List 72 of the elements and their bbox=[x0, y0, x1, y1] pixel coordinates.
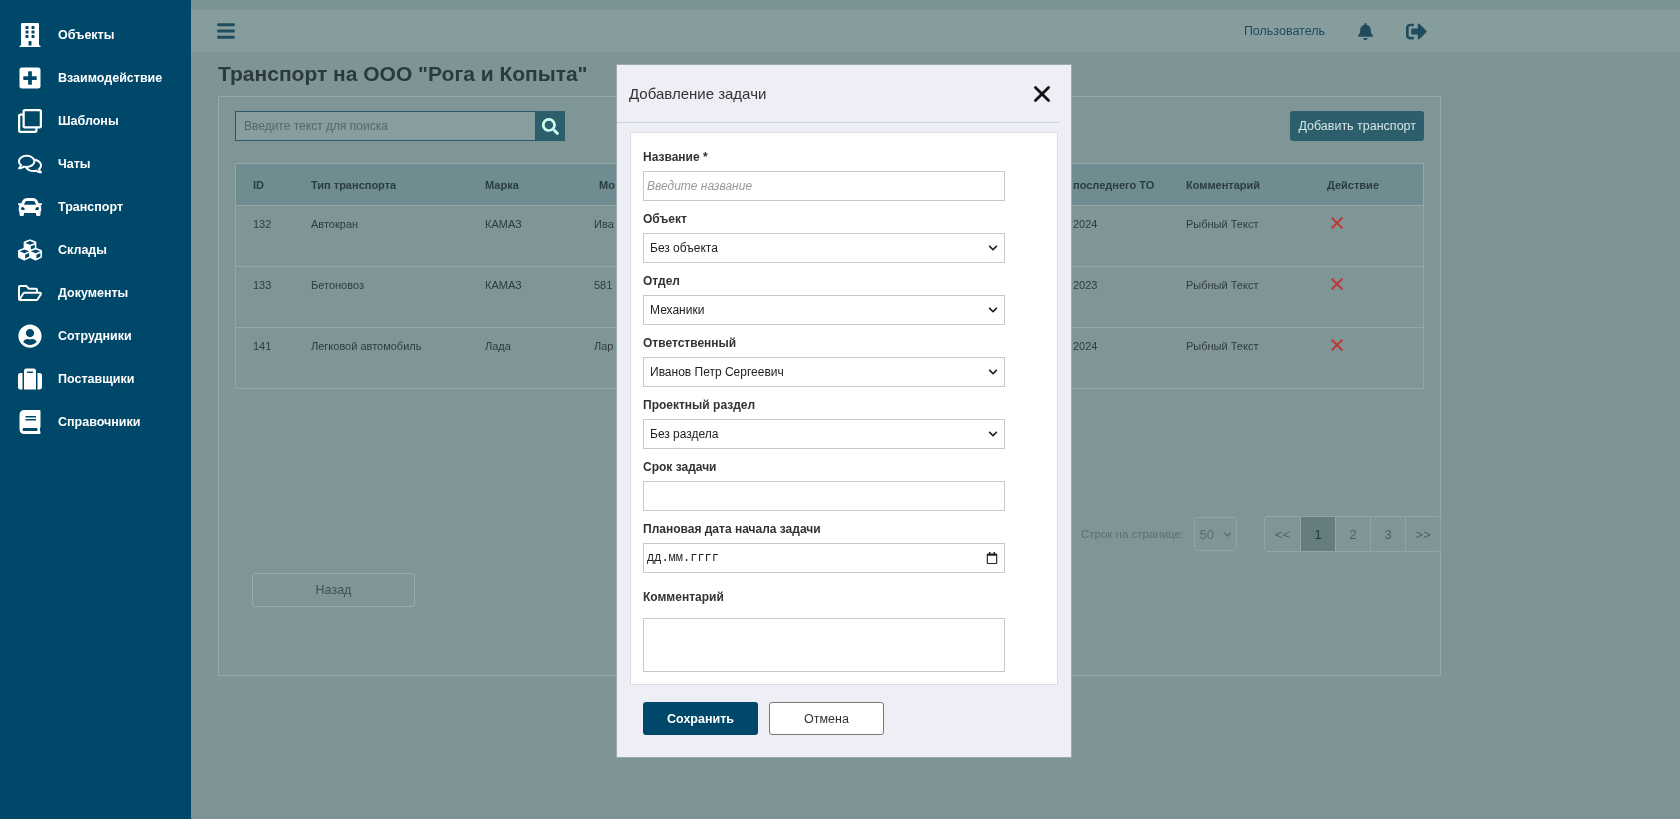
field-label: Отдел bbox=[643, 274, 681, 288]
sidebar-item[interactable]: Склады bbox=[0, 228, 191, 271]
table-cell-text: 581 bbox=[593, 278, 614, 293]
column-header: ID bbox=[252, 178, 265, 191]
field-label: Объект bbox=[643, 212, 688, 226]
cancel-button[interactable]: Отмена bbox=[769, 702, 884, 735]
column-header: Мо bbox=[598, 178, 616, 191]
page-title: Транспорт на ООО "Рога и Копыта" bbox=[218, 62, 589, 86]
date-field[interactable]: дд.мм.гггг bbox=[643, 543, 1005, 573]
table-cell-text: Лар bbox=[593, 339, 615, 354]
book-icon bbox=[18, 409, 42, 434]
field-label: Комментарий bbox=[643, 590, 725, 604]
table-cell-text: Бетоновоз bbox=[310, 278, 365, 293]
sidebar-item[interactable]: Поставщики bbox=[0, 357, 191, 400]
sidebar-item[interactable]: Объекты bbox=[0, 13, 191, 56]
sidebar-item[interactable]: Взаимодействие bbox=[0, 56, 191, 99]
field-label: Проектный раздел bbox=[643, 398, 757, 412]
sidebar-item[interactable]: Документы bbox=[0, 271, 191, 314]
menu-icon[interactable] bbox=[216, 21, 236, 41]
table-cell-text: Автокран bbox=[310, 217, 360, 232]
dropdown[interactable]: Без раздела bbox=[643, 419, 1005, 449]
field-label: Ответственный bbox=[643, 336, 738, 350]
suitcase-icon bbox=[18, 366, 42, 391]
sidebar-item[interactable]: Шаблоны bbox=[0, 99, 191, 142]
text-input[interactable] bbox=[643, 481, 1005, 511]
table-cell-text: 2023 bbox=[1072, 278, 1099, 293]
table-cell-text: Рыбный Текст bbox=[1185, 339, 1260, 354]
text-input[interactable]: Введите название bbox=[643, 171, 1005, 201]
dropdown[interactable]: Иванов Петр Сергеевич bbox=[643, 357, 1005, 387]
table-cell-text: Лада bbox=[484, 339, 512, 354]
table-cell-text: КАМАЗ bbox=[484, 217, 523, 232]
calendar-icon bbox=[986, 552, 998, 564]
plus-icon bbox=[18, 65, 42, 90]
table-cell-text: 141 bbox=[252, 339, 273, 354]
chevron-down-icon bbox=[988, 305, 998, 315]
dropdown[interactable]: Без объекта bbox=[643, 233, 1005, 263]
column-header: Действие bbox=[1326, 178, 1380, 191]
table-cell-text: 132 bbox=[252, 217, 273, 232]
field-label: Срок задачи bbox=[643, 460, 718, 474]
search-icon bbox=[542, 117, 559, 135]
table-cell-text: 2024 bbox=[1072, 217, 1099, 232]
boxes-icon bbox=[18, 237, 42, 262]
table-cell-text: КАМАЗ bbox=[484, 278, 523, 293]
sidebar-item[interactable]: Справочники bbox=[0, 400, 191, 443]
search-button[interactable] bbox=[536, 111, 565, 141]
chevron-down-icon bbox=[988, 367, 998, 377]
column-header: Комментарий bbox=[1185, 178, 1262, 191]
chevron-down-icon bbox=[1222, 529, 1232, 539]
copy-icon bbox=[18, 108, 42, 133]
column-header: последнего ТО bbox=[1072, 178, 1156, 191]
chevron-down-icon bbox=[988, 243, 998, 253]
table-cell-text: Легковой автомобиль bbox=[310, 339, 423, 354]
table-cell-text: Рыбный Текст bbox=[1185, 217, 1260, 232]
chevron-down-icon bbox=[988, 429, 998, 439]
field-label: Плановая дата начала задачи bbox=[643, 522, 822, 536]
add-transport-button[interactable]: Добавить транспорт bbox=[1290, 111, 1424, 141]
column-header: Тип транспорта bbox=[310, 178, 398, 191]
table-cell-text: Ива bbox=[593, 217, 615, 232]
table-cell-text: Рыбный Текст bbox=[1185, 278, 1260, 293]
modal-title: Добавление задачи bbox=[629, 85, 767, 102]
sidebar-item[interactable]: Сотрудники bbox=[0, 314, 191, 357]
field-label: Название * bbox=[643, 150, 709, 164]
table-cell-text: 2024 bbox=[1072, 339, 1099, 354]
table-cell-text: 133 bbox=[252, 278, 273, 293]
sidebar-item[interactable]: Транспорт bbox=[0, 185, 191, 228]
dropdown[interactable]: Механики bbox=[643, 295, 1005, 325]
column-header: Марка bbox=[484, 178, 520, 191]
save-button[interactable]: Сохранить bbox=[643, 702, 758, 735]
building-icon bbox=[18, 22, 42, 47]
bell-icon[interactable] bbox=[1357, 22, 1374, 40]
sidebar-item[interactable]: Чаты bbox=[0, 142, 191, 185]
user-icon bbox=[18, 323, 42, 348]
